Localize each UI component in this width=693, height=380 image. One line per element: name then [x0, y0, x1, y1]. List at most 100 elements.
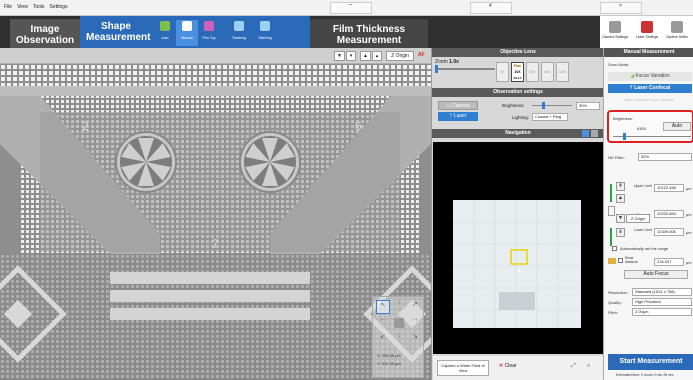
pitch-select[interactable]: 2.00μm: [632, 308, 692, 316]
menu-tools[interactable]: Tools: [33, 4, 45, 10]
stage-y-readout: Y: 331.33 μm: [377, 361, 401, 366]
close-button[interactable]: ×: [600, 2, 642, 14]
tab-shape-measurement[interactable]: Shape Measurement Auto Manual Film Top T…: [80, 16, 310, 48]
focus-gauge-icon: [608, 206, 615, 216]
upper-limit-unit: μm: [686, 186, 692, 191]
arrow-up-left-button[interactable]: ↖: [376, 300, 390, 314]
tool-auto[interactable]: Auto: [154, 20, 176, 46]
tab-image-observation-label: Image Observation: [15, 24, 75, 46]
estimated-time: Estimated time: 0 hours 0 min 28 sec: [616, 373, 674, 377]
tool-manual[interactable]: Manual: [176, 20, 198, 46]
tab-film-thickness[interactable]: Film Thickness Measurement: [310, 19, 428, 48]
lighting-select[interactable]: Coaxial + Ring: [532, 113, 568, 121]
tool-teaching[interactable]: Teaching: [228, 20, 250, 46]
laser-settings-icon: [641, 21, 653, 33]
brightness-auto-button[interactable]: Auto: [663, 122, 691, 131]
obs-brightness-thumb[interactable]: [542, 102, 545, 109]
lens-10x[interactable]: Plan 10X NA 0.3: [511, 62, 524, 82]
lens-5x[interactable]: 5X: [496, 62, 509, 82]
arrow-down-button[interactable]: ↓: [392, 332, 406, 346]
capture-wider-fov-button[interactable]: Capture a Wider Field of View: [437, 360, 489, 376]
zoom-slider[interactable]: [435, 65, 495, 73]
tab-shape-measurement-label: Shape Measurement: [86, 21, 151, 43]
live-image-view[interactable]: ▼ ▾ ▲ ▴ Z Origin AF 2 6 7 ↖ ↑ ↗ ← → ↙ ↓ …: [0, 48, 431, 380]
nav-zoom-in-icon[interactable]: ⤢: [571, 363, 576, 370]
svg-text:2: 2: [82, 119, 89, 133]
lens-20x[interactable]: 20X: [526, 62, 539, 82]
menu-view[interactable]: View: [17, 4, 28, 10]
zoom-slider-thumb[interactable]: [435, 65, 438, 73]
navigation-close-icon[interactable]: [591, 130, 598, 137]
arrow-left-button[interactable]: ←: [376, 316, 390, 330]
minimize-button[interactable]: –: [330, 2, 372, 14]
camera-settings-label: Camera Settings: [601, 35, 629, 39]
read-distance-field[interactable]: 216.537: [654, 258, 684, 266]
tool-stitching[interactable]: Stitching: [254, 20, 276, 46]
lens-50x-label: 50X: [544, 70, 551, 74]
nav-search-icon[interactable]: ⌕: [587, 363, 590, 370]
z-up-double-button[interactable]: ▴: [372, 51, 382, 61]
navigation-settings-icon[interactable]: [582, 130, 589, 137]
arrow-down-right-button[interactable]: ↘: [408, 332, 422, 346]
tool-film-top[interactable]: Film Top: [198, 20, 220, 46]
menu-file[interactable]: File: [4, 4, 12, 10]
laser-brightness-thumb[interactable]: [623, 133, 626, 140]
quality-select[interactable]: High Precision: [632, 298, 692, 306]
tab-image-observation[interactable]: Image Observation: [10, 19, 80, 48]
stage-y-unit: μm: [395, 361, 401, 366]
lower-limit-set-button[interactable]: ⇟: [616, 228, 625, 237]
obs-brightness-slider[interactable]: [532, 102, 572, 109]
laser-settings-button[interactable]: Laser Settings: [632, 20, 662, 46]
quality-label: Quality:: [608, 300, 622, 305]
auto-focus-button[interactable]: Auto Focus: [624, 270, 688, 279]
z-down-button[interactable]: ▼: [334, 51, 345, 61]
move-up-button[interactable]: ▲: [616, 194, 625, 203]
menu-settings[interactable]: Settings: [50, 4, 68, 10]
upper-limit-field[interactable]: 10122.468: [654, 184, 684, 192]
camera-mode-button[interactable]: ▭ Camera: [438, 101, 478, 110]
laser-confocal-label: Laser Confocal: [634, 85, 671, 91]
move-down-button[interactable]: ▼: [616, 214, 625, 223]
stitching-icon: [260, 21, 270, 31]
clear-button[interactable]: ✕ Clear: [499, 363, 517, 369]
lens-10x-sub: Plan: [513, 64, 522, 68]
camera-settings-button[interactable]: Camera Settings: [600, 20, 630, 46]
read-distance-checkbox[interactable]: [618, 258, 623, 263]
auto-range-checkbox[interactable]: [612, 246, 617, 251]
focus-variation-button[interactable]: ◢ Focus Variation: [608, 72, 692, 81]
laser-brightness-slider[interactable]: [613, 133, 691, 140]
z-origin-button[interactable]: Z Origin: [386, 51, 414, 61]
lens-10x-na: NA 0.3: [513, 77, 522, 80]
camera-mode-label: Camera: [452, 103, 470, 109]
obs-brightness-field[interactable]: 30%: [576, 102, 600, 110]
lens-50x[interactable]: 50X: [541, 62, 554, 82]
manual-z-origin-button[interactable]: Z Origin: [626, 214, 650, 223]
lower-range-marker: [610, 228, 612, 246]
lens-110x[interactable]: 110X: [556, 62, 569, 82]
lower-limit-field[interactable]: 10339.505: [654, 228, 684, 236]
manual-measurement-panel: Manual Measurement Scan Mode: ◢ Focus Va…: [603, 48, 693, 380]
arrow-up-right-button[interactable]: ↗: [408, 300, 422, 314]
maximize-button[interactable]: #: [470, 2, 512, 14]
arrow-right-button[interactable]: →: [408, 316, 422, 330]
manual-icon: [182, 21, 192, 31]
tool-stitching-label: Stitching: [258, 36, 272, 40]
autofocus-button[interactable]: AF: [416, 51, 427, 61]
stage-center-button[interactable]: [394, 318, 404, 328]
z-down-double-button[interactable]: ▾: [346, 51, 356, 61]
z-up-button[interactable]: ▲: [360, 51, 371, 61]
system-settings-icon: [671, 21, 683, 33]
arrow-down-left-button[interactable]: ↙: [376, 332, 390, 346]
zoom-readout: Zoom 1.0x: [435, 59, 459, 65]
laser-mode-button[interactable]: ᛘ Laser: [438, 112, 478, 121]
laser-confocal-button[interactable]: ᛘ Laser Confocal: [608, 84, 692, 93]
start-measurement-button[interactable]: Start Measurement: [608, 354, 693, 370]
arrow-up-button[interactable]: ↑: [392, 300, 406, 314]
read-distance-icon: [608, 258, 616, 264]
tool-auto-label: Auto: [161, 36, 169, 40]
system-settings-button[interactable]: System Settin: [662, 20, 692, 46]
upper-limit-set-button[interactable]: ⇞: [616, 182, 625, 191]
nd-filter-select[interactable]: 30%: [638, 153, 692, 161]
navigation-map[interactable]: [433, 142, 603, 354]
resolution-select[interactable]: Standard (1024 x 768): [632, 288, 692, 296]
